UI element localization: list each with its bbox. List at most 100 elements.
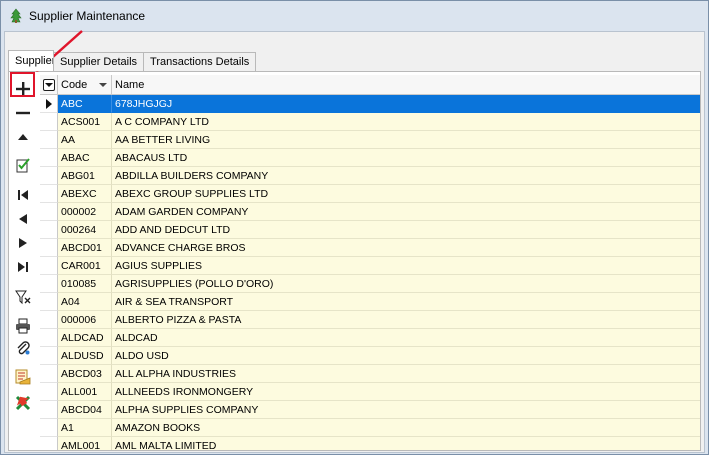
cell-code[interactable]: ABAC [58, 149, 112, 167]
cell-name[interactable]: AMAZON BOOKS [112, 419, 700, 437]
cell-name[interactable]: ABEXC GROUP SUPPLIES LTD [112, 185, 700, 203]
cell-code[interactable]: ALDUSD [58, 347, 112, 365]
row-selector[interactable] [40, 383, 58, 401]
table-row[interactable]: AA AA BETTER LIVING [40, 131, 700, 149]
row-selector[interactable] [40, 311, 58, 329]
row-selector[interactable] [40, 113, 58, 131]
cell-code[interactable]: ABC [58, 95, 112, 113]
row-selector[interactable] [40, 95, 58, 113]
tab-transactions-details[interactable]: Transactions Details [143, 52, 257, 71]
table-row[interactable]: CAR001 AGIUS SUPPLIES [40, 257, 700, 275]
report-button[interactable] [12, 366, 34, 388]
column-chooser[interactable] [40, 75, 58, 95]
cell-name[interactable]: ABDILLA BUILDERS COMPANY [112, 167, 700, 185]
row-selector[interactable] [40, 167, 58, 185]
edit-record-button[interactable] [12, 154, 34, 176]
row-selector[interactable] [40, 401, 58, 419]
tab-supplier-details[interactable]: Supplier Details [53, 52, 145, 71]
table-row[interactable]: ABCD03 ALL ALPHA INDUSTRIES [40, 365, 700, 383]
table-row[interactable]: A1 AMAZON BOOKS [40, 419, 700, 437]
attach-button[interactable] [12, 337, 34, 359]
delete-record-button[interactable] [12, 102, 34, 124]
cell-code[interactable]: ABG01 [58, 167, 112, 185]
table-row[interactable]: ALDUSD ALDO USD [40, 347, 700, 365]
dropdown-button[interactable] [42, 79, 55, 91]
table-row[interactable]: ABCD04 ALPHA SUPPLIES COMPANY [40, 401, 700, 419]
column-header-name[interactable]: Name [112, 75, 700, 95]
cell-code[interactable]: ALL001 [58, 383, 112, 401]
cell-code[interactable]: ABCD04 [58, 401, 112, 419]
cell-name[interactable]: AIR & SEA TRANSPORT [112, 293, 700, 311]
print-button[interactable] [12, 315, 34, 337]
last-record-button[interactable] [12, 256, 34, 278]
table-row[interactable]: A04 AIR & SEA TRANSPORT [40, 293, 700, 311]
row-selector[interactable] [40, 293, 58, 311]
cell-name[interactable]: AGIUS SUPPLIES [112, 257, 700, 275]
table-row[interactable]: ABC 678JHGJGJ [40, 95, 700, 113]
cell-name[interactable]: 678JHGJGJ [112, 95, 700, 113]
cell-code[interactable]: 010085 [58, 275, 112, 293]
cell-code[interactable]: AML001 [58, 437, 112, 450]
row-selector[interactable] [40, 239, 58, 257]
supplier-tab-panel: Code Name ABC 678JHGJGJ ACS001 A C COMPANY … [8, 71, 701, 451]
cell-name[interactable]: ADVANCE CHARGE BROS [112, 239, 700, 257]
row-selector[interactable] [40, 257, 58, 275]
table-row[interactable]: 000264 ADD AND DEDCUT LTD [40, 221, 700, 239]
row-selector[interactable] [40, 185, 58, 203]
cell-name[interactable]: A C COMPANY LTD [112, 113, 700, 131]
cell-name[interactable]: ALDO USD [112, 347, 700, 365]
row-selector[interactable] [40, 131, 58, 149]
table-row[interactable]: ABAC ABACAUS LTD [40, 149, 700, 167]
cell-code[interactable]: 000002 [58, 203, 112, 221]
cell-code[interactable]: ABCD03 [58, 365, 112, 383]
table-row[interactable]: ABG01 ABDILLA BUILDERS COMPANY [40, 167, 700, 185]
cell-code[interactable]: 000006 [58, 311, 112, 329]
cell-name[interactable]: AGRISUPPLIES (POLLO D'ORO) [112, 275, 700, 293]
table-row[interactable]: AML001 AML MALTA LIMITED [40, 437, 700, 450]
cell-name[interactable]: ALLNEEDS IRONMONGERY [112, 383, 700, 401]
excel-export-button[interactable] [12, 392, 34, 414]
cell-name[interactable]: ALL ALPHA INDUSTRIES [112, 365, 700, 383]
cell-code[interactable]: A04 [58, 293, 112, 311]
tab-supplier[interactable]: Supplier [8, 50, 54, 71]
cell-name[interactable]: AA BETTER LIVING [112, 131, 700, 149]
cell-name[interactable]: ABACAUS LTD [112, 149, 700, 167]
cell-code[interactable]: CAR001 [58, 257, 112, 275]
cell-code[interactable]: A1 [58, 419, 112, 437]
cell-name[interactable]: ADAM GARDEN COMPANY [112, 203, 700, 221]
previous-record-button[interactable] [12, 208, 34, 230]
row-selector[interactable] [40, 149, 58, 167]
filter-button[interactable] [12, 286, 34, 308]
row-selector[interactable] [40, 419, 58, 437]
cell-code[interactable]: 000264 [58, 221, 112, 239]
cell-code[interactable]: ABCD01 [58, 239, 112, 257]
row-selector[interactable] [40, 221, 58, 239]
cell-name[interactable]: ALPHA SUPPLIES COMPANY [112, 401, 700, 419]
cell-name[interactable]: AML MALTA LIMITED [112, 437, 700, 451]
row-selector[interactable] [40, 329, 58, 347]
table-row[interactable]: ACS001 A C COMPANY LTD [40, 113, 700, 131]
table-row[interactable]: ALL001 ALLNEEDS IRONMONGERY [40, 383, 700, 401]
cell-code[interactable]: ABEXC [58, 185, 112, 203]
row-selector[interactable] [40, 203, 58, 221]
table-row[interactable]: ALDCAD ALDCAD [40, 329, 700, 347]
cell-name[interactable]: ADD AND DEDCUT LTD [112, 221, 700, 239]
row-selector[interactable] [40, 437, 58, 450]
cell-code[interactable]: ACS001 [58, 113, 112, 131]
row-selector[interactable] [40, 365, 58, 383]
table-row[interactable]: ABCD01 ADVANCE CHARGE BROS [40, 239, 700, 257]
cell-code[interactable]: ALDCAD [58, 329, 112, 347]
column-header-code[interactable]: Code [58, 75, 112, 95]
cell-name[interactable]: ALDCAD [112, 329, 700, 347]
table-row[interactable]: 010085 AGRISUPPLIES (POLLO D'ORO) [40, 275, 700, 293]
table-row[interactable]: 000006 ALBERTO PIZZA & PASTA [40, 311, 700, 329]
next-record-button[interactable] [12, 232, 34, 254]
table-row[interactable]: 000002 ADAM GARDEN COMPANY [40, 203, 700, 221]
row-selector[interactable] [40, 275, 58, 293]
move-up-button[interactable] [12, 126, 34, 148]
first-record-button[interactable] [12, 184, 34, 206]
row-selector[interactable] [40, 347, 58, 365]
table-row[interactable]: ABEXC ABEXC GROUP SUPPLIES LTD [40, 185, 700, 203]
cell-code[interactable]: AA [58, 131, 112, 149]
cell-name[interactable]: ALBERTO PIZZA & PASTA [112, 311, 700, 329]
